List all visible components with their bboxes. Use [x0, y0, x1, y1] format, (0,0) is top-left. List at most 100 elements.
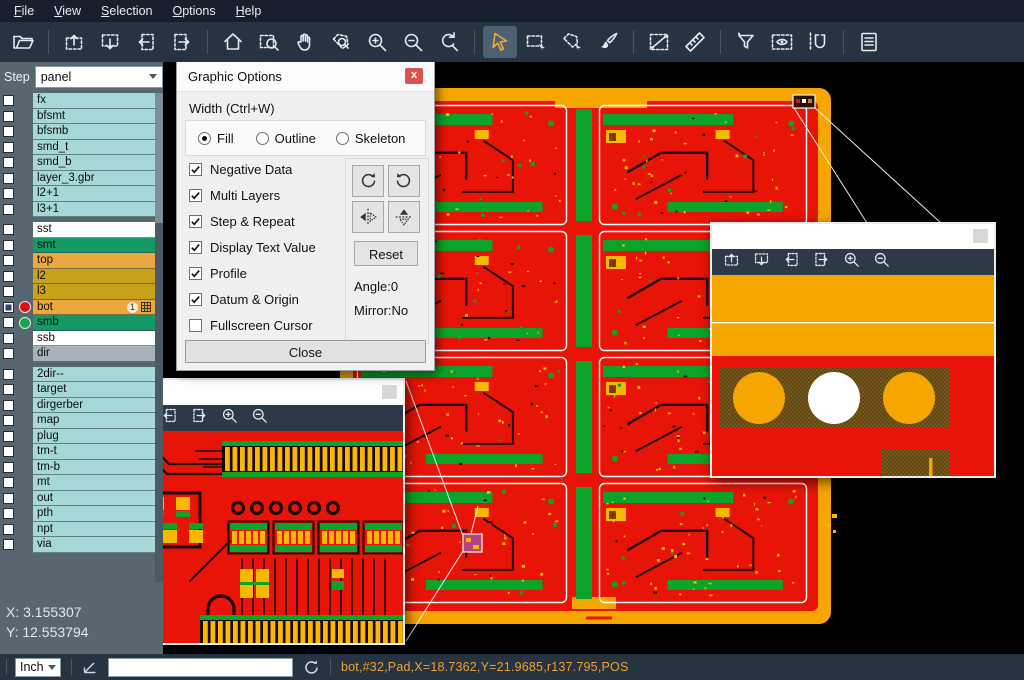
menu-file[interactable]: File: [4, 1, 44, 21]
layer-name[interactable]: bfsmb: [33, 124, 155, 140]
angle-measure-icon[interactable]: [82, 659, 98, 675]
win-tool-pan-left-button[interactable]: [782, 250, 801, 274]
layer-name[interactable]: target: [33, 382, 155, 398]
radio-outline[interactable]: Outline: [256, 131, 316, 146]
layer-name[interactable]: 2dir--: [33, 367, 155, 383]
menu-selection[interactable]: Selection: [91, 1, 162, 21]
layer-name[interactable]: sst: [33, 222, 155, 238]
layer-name[interactable]: l3+1: [33, 202, 155, 218]
checkbox-profile[interactable]: Profile: [189, 266, 247, 281]
tool-zoom-polygon-button[interactable]: [324, 26, 358, 58]
tool-filter-button[interactable]: [729, 26, 763, 58]
layer-visibility-checkbox[interactable]: [0, 413, 17, 429]
layer-row-dirgerber[interactable]: dirgerber: [0, 398, 155, 414]
layer-name[interactable]: smb: [33, 315, 155, 331]
layer-visibility-checkbox[interactable]: [0, 222, 17, 238]
layer-name[interactable]: npt: [33, 522, 155, 538]
win-tool-pan-right-button[interactable]: [812, 250, 831, 274]
tool-home-button[interactable]: [216, 26, 250, 58]
tool-zoom-in-button[interactable]: [360, 26, 394, 58]
checkbox-fullscreen-cursor[interactable]: Fullscreen Cursor: [189, 318, 313, 333]
checkbox-display-text-value[interactable]: Display Text Value: [189, 240, 316, 255]
layer-name[interactable]: smd_b: [33, 155, 155, 171]
layer-row-map[interactable]: map: [0, 413, 155, 429]
dialog-titlebar[interactable]: Graphic Options x: [177, 61, 434, 92]
layer-name[interactable]: top: [33, 253, 155, 269]
layer-row-bfsmt[interactable]: bfsmt: [0, 109, 155, 125]
unit-select[interactable]: Inch: [15, 658, 61, 677]
layer-row-bfsmb[interactable]: bfsmb: [0, 124, 155, 140]
tool-open-folder-button[interactable]: [6, 26, 40, 58]
layer-row-npt[interactable]: npt: [0, 522, 155, 538]
layer-name[interactable]: out: [33, 491, 155, 507]
layer-visibility-checkbox[interactable]: [0, 186, 17, 202]
tool-select-arrow-button[interactable]: [483, 26, 517, 58]
tool-zoom-window-button[interactable]: [252, 26, 286, 58]
scrollbar-thumb[interactable]: [155, 93, 163, 223]
layer-visibility-checkbox[interactable]: [0, 429, 17, 445]
layer-visibility-checkbox[interactable]: [0, 300, 17, 316]
layer-name[interactable]: ssb: [33, 331, 155, 347]
tool-pan-hand-button[interactable]: [288, 26, 322, 58]
layer-name[interactable]: bfsmt: [33, 109, 155, 125]
radio-fill[interactable]: Fill: [198, 131, 234, 146]
tool-pan-up-button[interactable]: [57, 26, 91, 58]
layer-row-ssb[interactable]: ssb: [0, 331, 155, 347]
checkbox-negative-data[interactable]: Negative Data: [189, 162, 292, 177]
layer-row-l2[interactable]: l2: [0, 269, 155, 285]
layer-row-dir[interactable]: dir: [0, 346, 155, 362]
layer-visibility-checkbox[interactable]: [0, 140, 17, 156]
window-button-icon[interactable]: [382, 385, 397, 399]
rotate-ccw-button[interactable]: [388, 165, 420, 197]
refresh-icon[interactable]: [303, 659, 320, 676]
win-tool-zoom-in-button[interactable]: [220, 406, 239, 430]
layer-row-smt[interactable]: smt: [0, 238, 155, 254]
win-tool-zoom-out-button[interactable]: [872, 250, 891, 274]
layer-visibility-checkbox[interactable]: [0, 331, 17, 347]
layer-row-via[interactable]: via: [0, 537, 155, 553]
mirror-vertical-button[interactable]: [388, 201, 420, 233]
layer-visibility-checkbox[interactable]: [0, 124, 17, 140]
layer-visibility-checkbox[interactable]: [0, 382, 17, 398]
layer-name[interactable]: plug: [33, 429, 155, 445]
tool-snap-button[interactable]: [801, 26, 835, 58]
layer-visibility-checkbox[interactable]: [0, 238, 17, 254]
layer-name[interactable]: smd_t: [33, 140, 155, 156]
tool-zoom-out-button[interactable]: [396, 26, 430, 58]
menu-view[interactable]: View: [44, 1, 91, 21]
layer-name[interactable]: tm-t: [33, 444, 155, 460]
tool-pan-right-button[interactable]: [165, 26, 199, 58]
layer-row-l3[interactable]: l3: [0, 284, 155, 300]
tool-report-button[interactable]: [852, 26, 886, 58]
window-button-icon[interactable]: [973, 229, 988, 243]
layer-visibility-checkbox[interactable]: [0, 522, 17, 538]
reset-button[interactable]: Reset: [354, 241, 418, 266]
layer-visibility-checkbox[interactable]: [0, 269, 17, 285]
layer-visibility-checkbox[interactable]: [0, 460, 17, 476]
layer-row-l3+1[interactable]: l3+1: [0, 202, 155, 218]
win-tool-pan-down-button[interactable]: [752, 250, 771, 274]
win-tool-zoom-out-button[interactable]: [250, 406, 269, 430]
layer-visibility-checkbox[interactable]: [0, 155, 17, 171]
layer-row-pth[interactable]: pth: [0, 506, 155, 522]
tool-pan-left-button[interactable]: [129, 26, 163, 58]
menu-help[interactable]: Help: [226, 1, 272, 21]
tool-zoom-previous-button[interactable]: [432, 26, 466, 58]
layer-visibility-checkbox[interactable]: [0, 171, 17, 187]
detail-window-right-view[interactable]: [712, 275, 994, 476]
layer-row-layer_3.gbr[interactable]: layer_3.gbr: [0, 171, 155, 187]
layer-name[interactable]: tm-b: [33, 460, 155, 476]
win-tool-pan-right-button[interactable]: [190, 406, 209, 430]
win-tool-zoom-in-button[interactable]: [842, 250, 861, 274]
tool-rect-select-button[interactable]: [519, 26, 553, 58]
layer-name[interactable]: dirgerber: [33, 398, 155, 414]
layer-row-top[interactable]: top: [0, 253, 155, 269]
layer-name[interactable]: fx: [33, 93, 155, 109]
layer-row-target[interactable]: target: [0, 382, 155, 398]
layer-row-sst[interactable]: sst: [0, 222, 155, 238]
checkbox-multi-layers[interactable]: Multi Layers: [189, 188, 280, 203]
layer-name[interactable]: l2+1: [33, 186, 155, 202]
layer-name[interactable]: l3: [33, 284, 155, 300]
layer-visibility-checkbox[interactable]: [0, 202, 17, 218]
tool-view-region-button[interactable]: [765, 26, 799, 58]
